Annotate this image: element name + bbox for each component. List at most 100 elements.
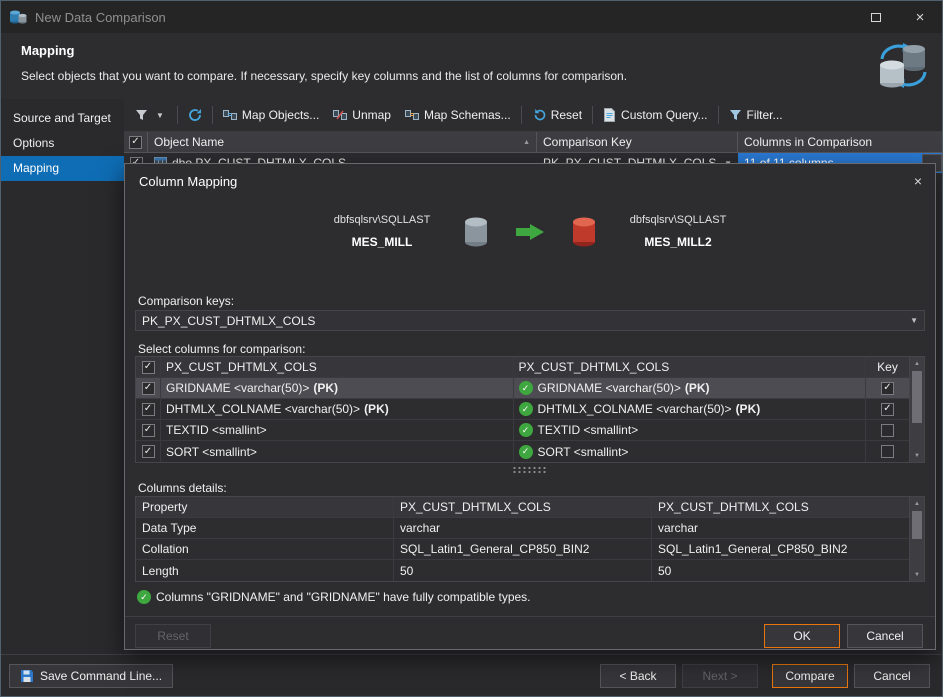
scroll-down-icon[interactable]: ▼ — [910, 568, 924, 581]
key-checkbox[interactable] — [881, 445, 894, 458]
cancel-button[interactable]: Cancel — [854, 664, 930, 688]
reset-mapping-button[interactable]: Reset — [135, 624, 211, 648]
comparison-key-column-header[interactable]: Comparison Key — [537, 132, 738, 152]
filter-icon — [729, 109, 742, 122]
close-dialog-button[interactable]: × — [908, 171, 928, 191]
key-checkbox[interactable] — [881, 424, 894, 437]
details-scrollbar[interactable]: ▲ ▼ — [909, 497, 924, 581]
sort-ascending-icon: ▲ — [523, 139, 530, 146]
chevron-down-icon: ▼ — [153, 111, 167, 120]
target-table-header[interactable]: PX_CUST_DHTMLX_COLS — [513, 357, 866, 377]
chevron-down-icon: ▼ — [910, 316, 918, 325]
compatibility-status: Columns "GRIDNAME" and "GRIDNAME" have f… — [137, 590, 531, 604]
details-row-length[interactable]: Length 50 50 — [136, 560, 909, 581]
key-checkbox[interactable] — [881, 403, 894, 416]
scrollbar-thumb[interactable] — [912, 371, 922, 423]
column-checkbox[interactable] — [142, 403, 155, 416]
scrollbar-thumb[interactable] — [912, 511, 922, 539]
wizard-header: Mapping Select objects that you want to … — [1, 33, 942, 99]
column-checkbox[interactable] — [142, 424, 155, 437]
column-checkbox[interactable] — [142, 445, 155, 458]
column-row-dhtmlx-colname[interactable]: DHTMLX_COLNAME <varchar(50)>(PK) DHTMLX_… — [136, 399, 909, 420]
map-objects-icon — [223, 108, 237, 122]
data-comparison-icon — [876, 42, 930, 90]
dialog-cancel-button[interactable]: Cancel — [847, 624, 923, 648]
compatible-icon — [519, 423, 533, 437]
details-header-row: Property PX_CUST_DHTMLX_COLS PX_CUST_DHT… — [136, 497, 909, 518]
custom-query-icon — [603, 108, 616, 122]
compare-button[interactable]: Compare — [772, 664, 848, 688]
sidebar-item-options[interactable]: Options — [1, 131, 124, 156]
save-command-line-button[interactable]: Save Command Line... — [9, 664, 173, 688]
object-name-column-header[interactable]: Object Name ▲ — [148, 132, 537, 152]
refresh-icon — [188, 108, 202, 122]
reset-label: Reset — [551, 108, 582, 122]
comparison-keys-label: Comparison keys: — [138, 294, 234, 308]
compatible-icon — [519, 445, 533, 459]
column-mapping-table: PX_CUST_DHTMLX_COLS PX_CUST_DHTMLX_COLS … — [135, 356, 925, 463]
columns-scrollbar[interactable]: ▲ ▼ — [909, 357, 924, 462]
refresh-button[interactable] — [181, 103, 209, 127]
scroll-up-icon[interactable]: ▲ — [910, 497, 924, 510]
new-data-comparison-window: New Data Comparison × Mapping Select obj… — [0, 0, 943, 697]
column-row-sort[interactable]: SORT <smallint> SORT <smallint> — [136, 441, 909, 462]
sidebar-item-mapping[interactable]: Mapping — [1, 156, 124, 181]
direction-arrow-icon — [515, 223, 545, 241]
objects-grid-header: Object Name ▲ Comparison Key Columns in … — [124, 132, 942, 153]
splitter-grip[interactable] — [512, 466, 548, 473]
filter-button[interactable]: Filter... — [722, 103, 790, 127]
ok-button[interactable]: OK — [764, 624, 840, 648]
select-columns-label: Select columns for comparison: — [138, 342, 305, 356]
column-row-textid[interactable]: TEXTID <smallint> TEXTID <smallint> — [136, 420, 909, 441]
filter-dropdown-button[interactable]: ▼ — [128, 103, 174, 127]
maximize-button[interactable] — [854, 1, 898, 33]
toolbar-separator — [718, 106, 719, 124]
dialog-divider — [125, 616, 935, 617]
compatible-icon — [519, 402, 533, 416]
key-checkbox[interactable] — [881, 382, 894, 395]
comparison-keys-combo[interactable]: PK_PX_CUST_DHTMLX_COLS ▼ — [135, 310, 925, 331]
mapping-toolbar: ▼ Map Objects... Unmap Map Schemas.. — [124, 99, 942, 132]
column-mapping-dialog: Column Mapping × dbfsqlsrv\SQLLAST MES_M… — [124, 163, 936, 650]
column-row-gridname[interactable]: GRIDNAME <varchar(50)>(PK) GRIDNAME <var… — [136, 378, 909, 399]
sidebar-item-source-and-target[interactable]: Source and Target — [1, 106, 124, 131]
details-row-collation[interactable]: Collation SQL_Latin1_General_CP850_BIN2 … — [136, 539, 909, 560]
target-database: MES_MILL2 — [623, 235, 733, 249]
details-row-data-type[interactable]: Data Type varchar varchar — [136, 518, 909, 539]
source-table-header[interactable]: PX_CUST_DHTMLX_COLS — [160, 357, 513, 377]
titlebar: New Data Comparison × — [1, 1, 942, 33]
target-database-icon — [571, 216, 597, 248]
source-target-summary: dbfsqlsrv\SQLLAST MES_MILL dbfsqlsrv\SQL… — [125, 214, 935, 249]
back-button[interactable]: < Back — [600, 664, 676, 688]
custom-query-button[interactable]: Custom Query... — [596, 103, 714, 127]
columns-in-comparison-column-header[interactable]: Columns in Comparison — [738, 132, 942, 152]
select-all-objects-checkbox[interactable] — [124, 132, 148, 152]
column-table-header: PX_CUST_DHTMLX_COLS PX_CUST_DHTMLX_COLS … — [136, 357, 909, 378]
dialog-title: Column Mapping — [139, 174, 237, 189]
reset-icon — [532, 108, 546, 122]
funnel-icon — [135, 109, 148, 122]
map-objects-button[interactable]: Map Objects... — [216, 103, 326, 127]
close-window-button[interactable]: × — [898, 1, 942, 33]
next-button[interactable]: Next > — [682, 664, 758, 688]
reset-button[interactable]: Reset — [525, 103, 589, 127]
filter-label: Filter... — [747, 108, 783, 122]
scroll-up-icon[interactable]: ▲ — [910, 357, 924, 370]
columns-details-table: Property PX_CUST_DHTMLX_COLS PX_CUST_DHT… — [135, 496, 925, 582]
unmap-label: Unmap — [352, 108, 391, 122]
column-checkbox[interactable] — [142, 382, 155, 395]
map-schemas-icon — [405, 108, 419, 122]
map-schemas-button[interactable]: Map Schemas... — [398, 103, 518, 127]
wizard-footer: Save Command Line... < Back Next > Compa… — [1, 654, 942, 696]
window-title: New Data Comparison — [35, 10, 854, 25]
unmap-icon — [333, 108, 347, 122]
scroll-down-icon[interactable]: ▼ — [910, 449, 924, 462]
target-info: dbfsqlsrv\SQLLAST MES_MILL2 — [623, 214, 733, 249]
toolbar-separator — [592, 106, 593, 124]
source-database: MES_MILL — [327, 235, 437, 249]
target-server: dbfsqlsrv\SQLLAST — [623, 214, 733, 226]
map-schemas-label: Map Schemas... — [424, 108, 511, 122]
select-all-columns-checkbox[interactable] — [142, 361, 155, 374]
source-database-icon — [463, 216, 489, 248]
unmap-button[interactable]: Unmap — [326, 103, 398, 127]
